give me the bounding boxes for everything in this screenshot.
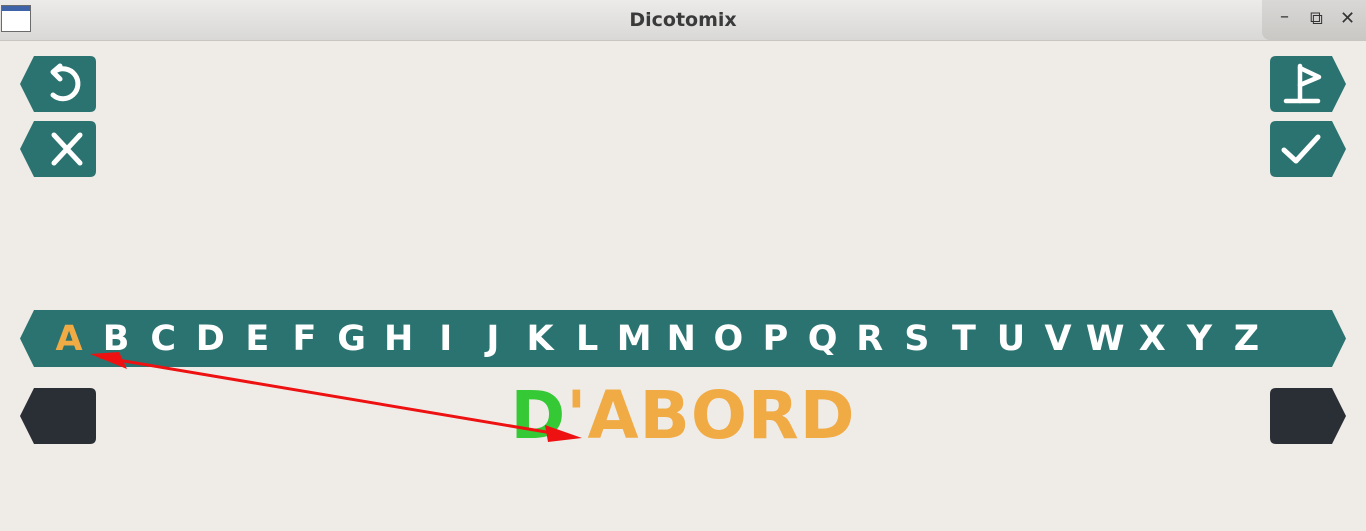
letter-i[interactable]: I [439,319,452,359]
letter-z[interactable]: Z [1234,319,1259,359]
letter-h[interactable]: H [384,319,413,359]
letter-k[interactable]: K [526,319,553,359]
word-highlighted-letter: D [510,377,567,454]
window-title: Dicotomix [629,9,737,31]
letter-n[interactable]: N [667,319,696,359]
letter-p[interactable]: P [763,319,789,359]
letter-m[interactable]: M [617,319,652,359]
letter-s[interactable]: S [904,319,929,359]
word-remaining-letters: 'ABORD [566,377,856,454]
flag-button[interactable] [1270,56,1346,112]
current-word: D'ABORD [0,378,1366,454]
letter-o[interactable]: O [714,319,744,359]
letter-l[interactable]: L [576,319,598,359]
cancel-button[interactable] [20,121,96,177]
validate-button[interactable] [1270,121,1346,177]
letter-t[interactable]: T [952,319,976,359]
letter-q[interactable]: Q [808,319,838,359]
letter-y[interactable]: Y [1187,319,1212,359]
letter-u[interactable]: U [997,319,1025,359]
undo-button[interactable] [20,56,96,112]
close-window-icon[interactable]: ✕ [1340,8,1355,29]
letter-e[interactable]: E [245,319,269,359]
title-bar: Dicotomix – ⧉ ✕ [0,0,1366,41]
letter-x[interactable]: X [1139,319,1166,359]
letter-w[interactable]: W [1086,319,1125,359]
alphabet-bar: ABCDEFGHIJKLMNOPQRSTUVWXYZ [20,310,1346,367]
letter-c[interactable]: C [150,319,176,359]
minimize-icon[interactable]: – [1280,6,1289,27]
letter-d[interactable]: D [196,319,225,359]
letter-g[interactable]: G [337,319,366,359]
letter-r[interactable]: R [856,319,883,359]
letter-f[interactable]: F [293,319,317,359]
letter-a[interactable]: A [55,319,82,359]
maximize-icon[interactable]: ⧉ [1310,8,1323,29]
letter-v[interactable]: V [1045,319,1072,359]
alphabet-letters: ABCDEFGHIJKLMNOPQRSTUVWXYZ [20,310,1346,367]
letter-j[interactable]: J [486,319,499,359]
letter-b[interactable]: B [103,319,130,359]
window-controls: – ⧉ ✕ [1262,0,1366,40]
